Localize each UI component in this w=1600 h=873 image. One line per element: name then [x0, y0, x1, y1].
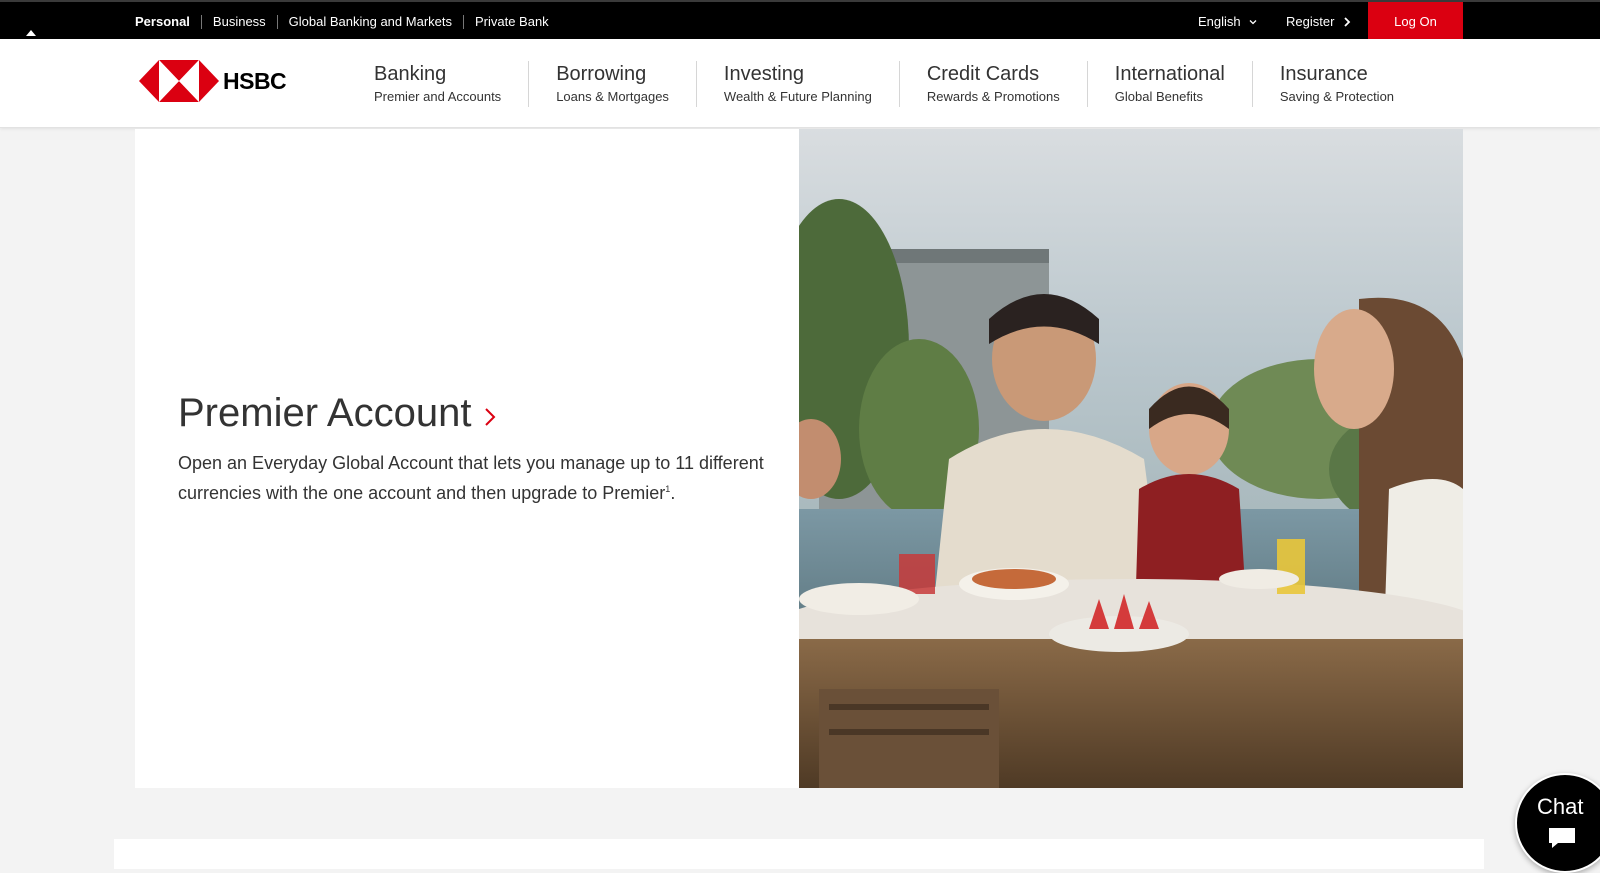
language-label: English	[1198, 14, 1241, 29]
nav-subtitle: Global Benefits	[1114, 88, 1203, 104]
customer-segment-nav: Personal Business Global Banking and Mar…	[135, 2, 560, 41]
hsbc-logo[interactable]: HSBC	[139, 60, 287, 102]
nav-international[interactable]: International Global Benefits	[1086, 60, 1252, 107]
top-utility-bar: Personal Business Global Banking and Mar…	[0, 0, 1600, 41]
chevron-right-icon	[485, 407, 496, 426]
main-header: HSBC Banking Premier and Accounts Borrow…	[0, 39, 1600, 128]
hero-banner: Premier Account Open an Everyday Global …	[135, 129, 1463, 788]
hero-text-block: Premier Account Open an Everyday Global …	[178, 391, 768, 506]
chat-button[interactable]: Chat	[1515, 773, 1600, 873]
nav-title: Investing	[723, 62, 804, 85]
hsbc-hexagon-icon	[139, 60, 219, 102]
segment-global-banking[interactable]: Global Banking and Markets	[276, 14, 463, 29]
chevron-down-icon	[1249, 19, 1257, 24]
chevron-right-icon	[1344, 16, 1351, 27]
nav-subtitle: Rewards & Promotions	[926, 88, 1060, 104]
nav-banking[interactable]: Banking Premier and Accounts	[347, 61, 528, 107]
nav-insurance[interactable]: Insurance Saving & Protection	[1251, 60, 1421, 107]
language-selector[interactable]: English	[1198, 2, 1258, 41]
next-section-card	[114, 839, 1484, 869]
nav-investing[interactable]: Investing Wealth & Future Planning	[695, 60, 899, 107]
nav-subtitle: Premier and Accounts	[374, 88, 502, 104]
active-segment-indicator	[26, 30, 36, 36]
nav-subtitle: Loans & Mortgages	[556, 88, 669, 104]
nav-subtitle: Saving & Protection	[1279, 88, 1395, 104]
log-on-button[interactable]: Log On	[1368, 2, 1463, 40]
register-label: Register	[1286, 14, 1335, 29]
premier-account-link[interactable]: Premier Account	[178, 391, 768, 436]
chat-label: Chat	[1537, 794, 1584, 819]
nav-title: Insurance	[1279, 62, 1368, 85]
nav-credit-cards[interactable]: Credit Cards Rewards & Promotions	[898, 60, 1087, 107]
segment-personal[interactable]: Personal	[135, 14, 201, 29]
logo-wordmark: HSBC	[223, 67, 287, 94]
primary-nav: Banking Premier and Accounts Borrowing L…	[347, 39, 1421, 128]
family-dining-photo	[799, 129, 1463, 788]
hero-description-end: .	[670, 483, 676, 503]
segment-private-bank[interactable]: Private Bank	[462, 14, 560, 29]
register-link[interactable]: Register	[1286, 2, 1352, 41]
hero-title: Premier Account	[178, 391, 472, 435]
hero-description: Open an Everyday Global Account that let…	[178, 450, 768, 506]
hero-photo-illustration	[799, 129, 1463, 788]
speech-bubble-icon	[1549, 828, 1575, 848]
nav-title: Banking	[374, 62, 447, 85]
hero-description-text: Open an Everyday Global Account that let…	[178, 453, 764, 503]
nav-title: Credit Cards	[926, 62, 1040, 85]
nav-title: Borrowing	[556, 62, 647, 85]
nav-borrowing[interactable]: Borrowing Loans & Mortgages	[528, 60, 696, 107]
segment-business[interactable]: Business	[200, 14, 277, 29]
nav-title: International	[1114, 62, 1225, 85]
nav-subtitle: Wealth & Future Planning	[723, 88, 872, 104]
